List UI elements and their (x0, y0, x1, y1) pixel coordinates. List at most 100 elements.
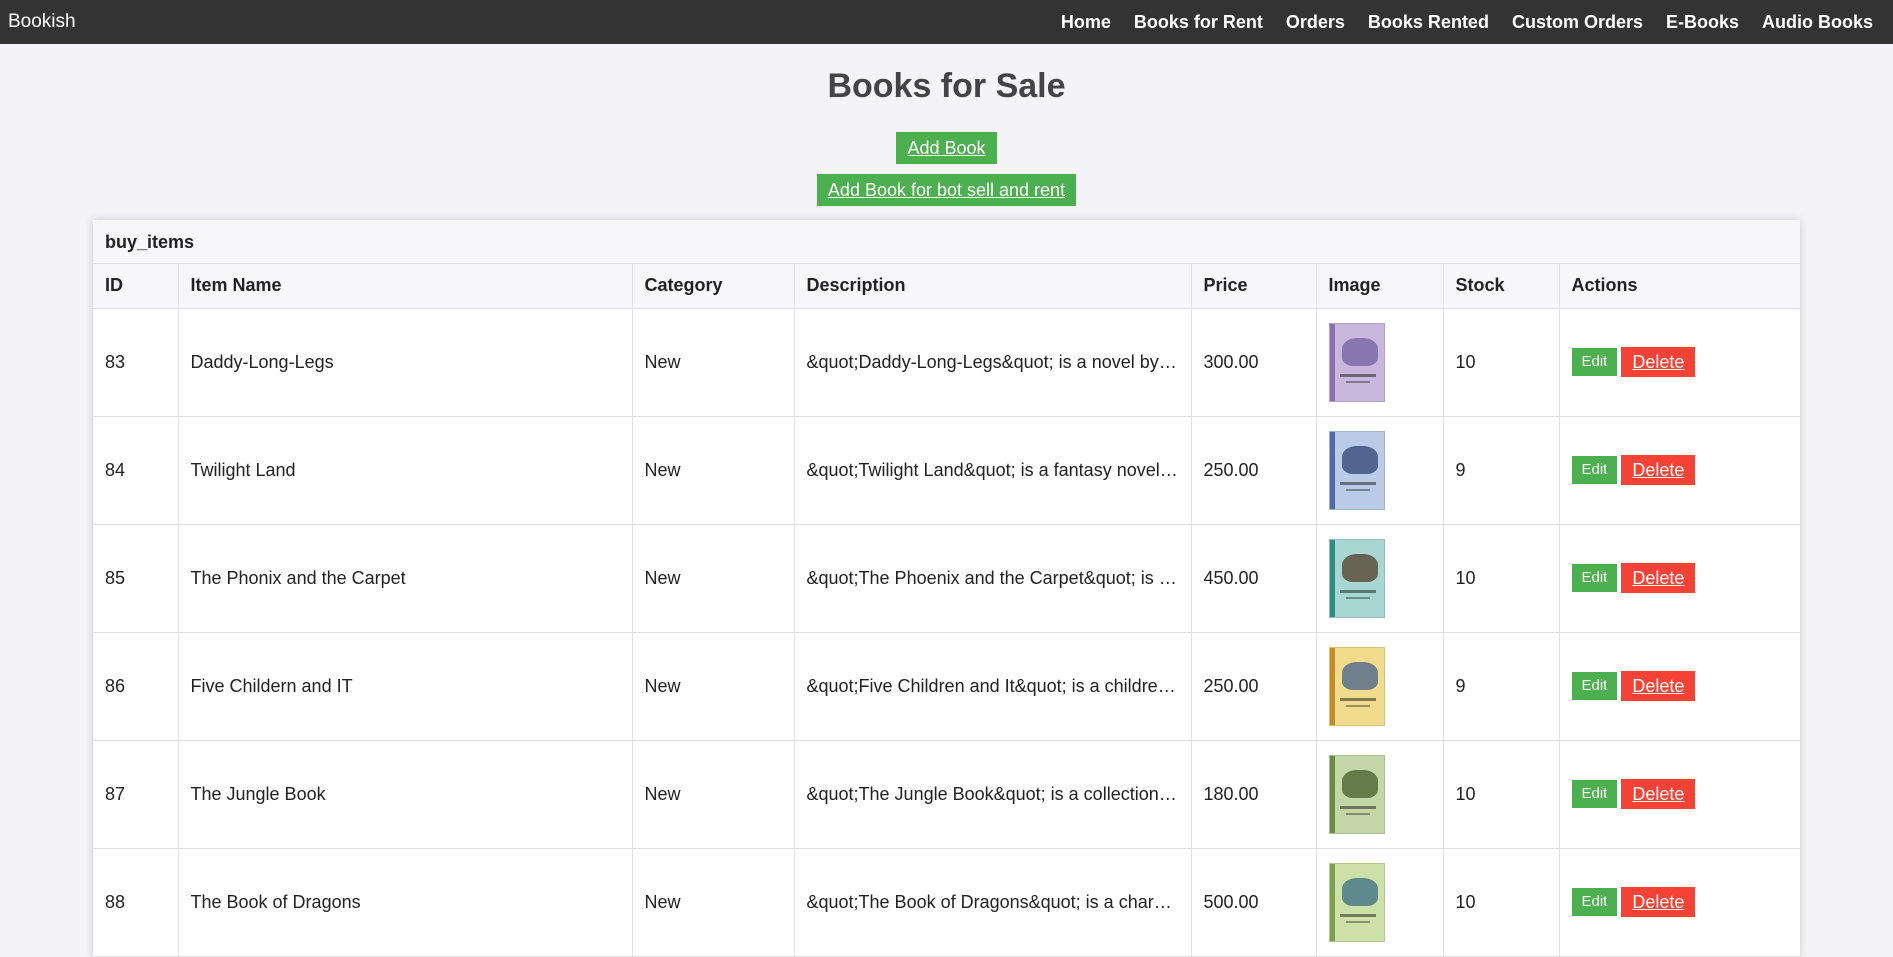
navbar: Bookish Home Books for Rent Orders Books… (0, 0, 1893, 44)
book-cover-image (1328, 322, 1385, 402)
book-cover-image (1328, 538, 1385, 618)
cover-subtitle-mark (1345, 488, 1370, 491)
cell-price: 250.00 (1191, 416, 1317, 525)
cover-title-mark (1339, 913, 1376, 917)
cell-description: &quot;The Book of Dragons&quot; is a cha… (794, 848, 1192, 957)
cell-category: New (632, 848, 795, 957)
table-row: 87 The Jungle Book New &quot;The Jungle … (93, 740, 1800, 849)
cell-category: New (632, 740, 795, 849)
edit-button[interactable]: Edit (1571, 888, 1618, 916)
cover-title-mark (1339, 589, 1376, 593)
cell-stock: 10 (1443, 740, 1560, 849)
cell-actions: Edit Delete (1559, 524, 1800, 633)
cell-description: &quot;Five Children and It&quot; is a ch… (794, 632, 1192, 741)
cell-item-name: Five Childern and IT (178, 632, 633, 741)
cell-category: New (632, 308, 795, 417)
cell-price: 250.00 (1191, 632, 1317, 741)
table-header-row: ID Item Name Category Description Price … (93, 264, 1800, 309)
cell-description: &quot;Twilight Land&quot; is a fantasy n… (794, 416, 1192, 525)
cell-item-name: The Book of Dragons (178, 848, 633, 957)
edit-button[interactable]: Edit (1571, 672, 1618, 700)
cover-subtitle-mark (1345, 920, 1370, 923)
cell-id: 86 (93, 632, 179, 741)
table-caption: buy_items (93, 220, 1800, 264)
cell-image (1316, 524, 1444, 633)
cover-title-mark (1339, 805, 1376, 809)
nav-link-books-rented[interactable]: Books Rented (1368, 12, 1489, 33)
cell-image (1316, 740, 1444, 849)
header-category: Category (632, 264, 795, 309)
header-price: Price (1191, 264, 1317, 309)
cell-id: 83 (93, 308, 179, 417)
delete-button[interactable]: Delete (1621, 887, 1696, 917)
cell-stock: 10 (1443, 308, 1560, 417)
cover-illustration (1341, 877, 1378, 906)
cover-illustration (1341, 769, 1378, 798)
cover-subtitle-mark (1345, 596, 1370, 599)
add-book-sell-rent-button[interactable]: Add Book for bot sell and rent (816, 174, 1077, 206)
cell-price: 450.00 (1191, 524, 1317, 633)
delete-button[interactable]: Delete (1621, 455, 1696, 485)
cell-stock: 9 (1443, 416, 1560, 525)
cover-spine (1329, 431, 1335, 509)
cover-title-mark (1339, 481, 1376, 485)
cell-description: &quot;Daddy-Long-Legs&quot; is a novel b… (794, 308, 1192, 417)
cell-description: &quot;The Jungle Book&quot; is a collect… (794, 740, 1192, 849)
nav-links: Home Books for Rent Orders Books Rented … (1038, 12, 1885, 33)
edit-button[interactable]: Edit (1571, 780, 1618, 808)
cover-illustration (1341, 445, 1378, 474)
add-book-row: Add Book (0, 132, 1893, 164)
nav-link-custom-orders[interactable]: Custom Orders (1512, 12, 1643, 33)
delete-button[interactable]: Delete (1621, 347, 1696, 377)
cover-title-mark (1339, 373, 1376, 377)
edit-button[interactable]: Edit (1571, 348, 1618, 376)
cover-illustration (1341, 553, 1378, 582)
delete-button[interactable]: Delete (1621, 671, 1696, 701)
delete-button[interactable]: Delete (1621, 779, 1696, 809)
edit-button[interactable]: Edit (1571, 456, 1618, 484)
cell-item-name: The Phonix and the Carpet (178, 524, 633, 633)
cell-actions: Edit Delete (1559, 848, 1800, 957)
delete-button[interactable]: Delete (1621, 563, 1696, 593)
nav-link-books-for-rent[interactable]: Books for Rent (1134, 12, 1263, 33)
table-row: 85 The Phonix and the Carpet New &quot;T… (93, 524, 1800, 633)
header-actions: Actions (1559, 264, 1800, 309)
cover-spine (1329, 323, 1335, 401)
header-id: ID (93, 264, 179, 309)
cover-subtitle-mark (1345, 704, 1370, 707)
cover-subtitle-mark (1345, 812, 1370, 815)
cell-category: New (632, 632, 795, 741)
cell-image (1316, 416, 1444, 525)
nav-link-home[interactable]: Home (1061, 12, 1111, 33)
cell-description: &quot;The Phoenix and the Carpet&quot; i… (794, 524, 1192, 633)
cell-item-name: The Jungle Book (178, 740, 633, 849)
cell-category: New (632, 416, 795, 525)
buy-items-table: ID Item Name Category Description Price … (93, 264, 1800, 957)
cell-image (1316, 632, 1444, 741)
cell-price: 180.00 (1191, 740, 1317, 849)
cover-spine (1329, 647, 1335, 725)
cell-stock: 9 (1443, 632, 1560, 741)
nav-link-e-books[interactable]: E-Books (1666, 12, 1739, 33)
add-both-row: Add Book for bot sell and rent (0, 174, 1893, 206)
nav-link-audio-books[interactable]: Audio Books (1762, 12, 1873, 33)
cell-stock: 10 (1443, 848, 1560, 957)
cover-illustration (1341, 337, 1378, 366)
table-row: 88 The Book of Dragons New &quot;The Boo… (93, 848, 1800, 957)
cell-id: 87 (93, 740, 179, 849)
cell-price: 500.00 (1191, 848, 1317, 957)
edit-button[interactable]: Edit (1571, 564, 1618, 592)
cell-actions: Edit Delete (1559, 632, 1800, 741)
cell-category: New (632, 524, 795, 633)
cell-actions: Edit Delete (1559, 416, 1800, 525)
nav-link-orders[interactable]: Orders (1286, 12, 1345, 33)
header-item-name: Item Name (178, 264, 633, 309)
book-cover-image (1328, 754, 1385, 834)
brand-link[interactable]: Bookish (8, 11, 76, 33)
cover-spine (1329, 539, 1335, 617)
add-book-button[interactable]: Add Book (896, 132, 997, 164)
table-row: 86 Five Childern and IT New &quot;Five C… (93, 632, 1800, 741)
cover-spine (1329, 863, 1335, 941)
book-cover-image (1328, 646, 1385, 726)
cell-price: 300.00 (1191, 308, 1317, 417)
